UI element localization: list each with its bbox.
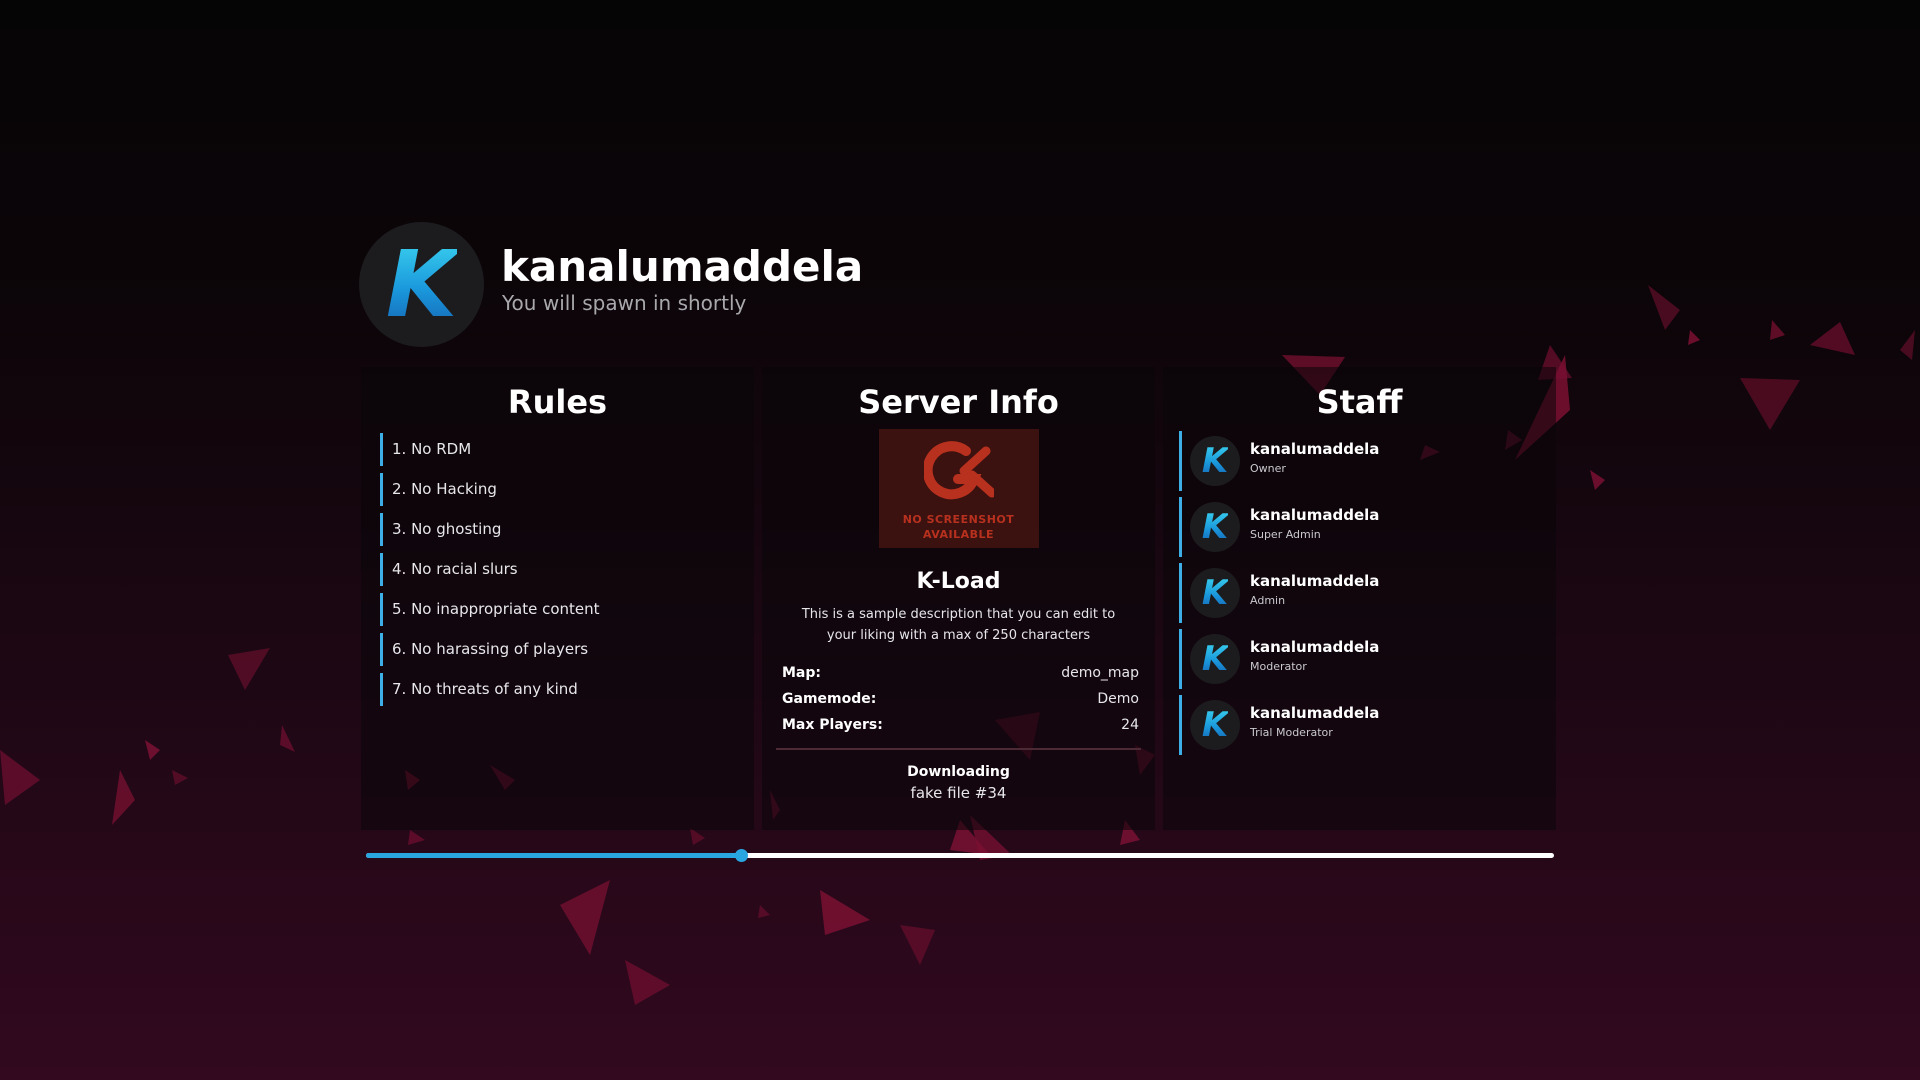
background-shard — [690, 828, 705, 845]
download-status: Downloading — [907, 764, 1010, 780]
gamemode-description: This is a sample description that you ca… — [801, 607, 1116, 643]
k-logo-icon: K — [1201, 705, 1229, 745]
server-info-title: Server Info — [858, 383, 1059, 421]
avatar: K — [1190, 502, 1240, 552]
info-key: Map: — [782, 665, 821, 681]
staff-role: Moderator — [1250, 660, 1307, 673]
staff-name: kanalumaddela — [1250, 572, 1380, 590]
rule-item: 5. No inappropriate content — [380, 593, 754, 626]
staff-panel: Staff K kanalumaddela Owner K kanalumadd… — [1163, 367, 1556, 830]
rule-item: 7. No threats of any kind — [380, 673, 754, 706]
rules-list: 1. No RDM 2. No Hacking 3. No ghosting 4… — [361, 433, 754, 706]
rule-item: 1. No RDM — [380, 433, 754, 466]
server-info-table: Map: demo_map Gamemode: Demo Max Players… — [782, 660, 1139, 738]
avatar: K — [1190, 436, 1240, 486]
download-file: fake file #34 — [910, 784, 1007, 802]
background-shard — [112, 770, 135, 825]
background-shard — [1810, 322, 1855, 355]
rules-panel: Rules 1. No RDM 2. No Hacking 3. No ghos… — [361, 367, 754, 830]
no-screenshot-line2: AVAILABLE — [922, 528, 995, 541]
background-shard — [228, 648, 270, 690]
background-shard — [1740, 378, 1800, 430]
no-screenshot-line1: NO SCREENSHOT — [902, 513, 1015, 526]
staff-role: Owner — [1250, 462, 1286, 475]
avatar: K — [1190, 568, 1240, 618]
rule-item: 4. No racial slurs — [380, 553, 754, 586]
staff-member: K kanalumaddela Moderator — [1179, 629, 1556, 689]
staff-role: Trial Moderator — [1250, 726, 1333, 739]
info-value: Demo — [1097, 691, 1139, 707]
background-shard — [1900, 330, 1915, 360]
staff-list: K kanalumaddela Owner K kanalumaddela Su… — [1163, 431, 1556, 755]
divider — [776, 748, 1141, 750]
background-shard — [172, 770, 188, 785]
background-shard — [1590, 470, 1605, 490]
server-logo: K — [359, 222, 484, 347]
info-row-gamemode: Gamemode: Demo — [782, 686, 1139, 712]
background-shard — [900, 925, 935, 965]
background-shard — [145, 740, 160, 760]
server-info-panel: Server Info NO SCREENSHOT AVAILABLE K-Lo… — [762, 367, 1155, 830]
info-key: Gamemode: — [782, 691, 877, 707]
staff-name: kanalumaddela — [1250, 440, 1380, 458]
background-shard — [625, 960, 670, 1005]
staff-member: K kanalumaddela Super Admin — [1179, 497, 1556, 557]
rules-title: Rules — [507, 383, 608, 421]
staff-name: kanalumaddela — [1250, 506, 1380, 524]
k-logo-icon: K — [1201, 573, 1229, 613]
no-screenshot-label: NO SCREENSHOT AVAILABLE — [879, 512, 1039, 542]
gamemode-name: K-Load — [916, 569, 1001, 594]
gmod-logo-icon — [923, 441, 994, 500]
k-logo-icon: K — [1201, 441, 1229, 481]
server-name: kanalumaddela — [501, 242, 864, 291]
info-row-map: Map: demo_map — [782, 660, 1139, 686]
spawn-tagline: You will spawn in shortly — [502, 291, 747, 315]
rule-item: 6. No harassing of players — [380, 633, 754, 666]
loading-progress-bar — [366, 849, 1554, 862]
info-value: 24 — [1121, 717, 1139, 733]
staff-member: K kanalumaddela Owner — [1179, 431, 1556, 491]
staff-name: kanalumaddela — [1250, 638, 1380, 656]
map-screenshot-placeholder: NO SCREENSHOT AVAILABLE — [878, 429, 1039, 548]
staff-role: Super Admin — [1250, 528, 1321, 541]
staff-name: kanalumaddela — [1250, 704, 1380, 722]
background-shard — [1688, 330, 1700, 345]
background-shard — [408, 830, 425, 845]
background-shard — [280, 725, 295, 752]
background-shard — [0, 750, 40, 805]
k-logo-icon: K — [385, 230, 458, 338]
staff-role: Admin — [1250, 594, 1286, 607]
staff-title: Staff — [1316, 383, 1403, 421]
background-shard — [1770, 320, 1785, 340]
server-header: K kanalumaddela You will spawn in shortl… — [359, 222, 1059, 347]
rule-item: 3. No ghosting — [380, 513, 754, 546]
staff-member: K kanalumaddela Trial Moderator — [1179, 695, 1556, 755]
info-value: demo_map — [1061, 665, 1139, 681]
background-shard — [1648, 285, 1680, 330]
background-shard — [758, 905, 770, 918]
k-logo-icon: K — [1201, 507, 1229, 547]
k-logo-icon: K — [1201, 639, 1229, 679]
avatar: K — [1190, 634, 1240, 684]
background-shard — [560, 880, 610, 955]
avatar: K — [1190, 700, 1240, 750]
progress-fill — [366, 853, 742, 858]
rule-item: 2. No Hacking — [380, 473, 754, 506]
info-key: Max Players: — [782, 717, 883, 733]
background-shard — [820, 890, 870, 935]
staff-member: K kanalumaddela Admin — [1179, 563, 1556, 623]
info-row-max-players: Max Players: 24 — [782, 712, 1139, 738]
